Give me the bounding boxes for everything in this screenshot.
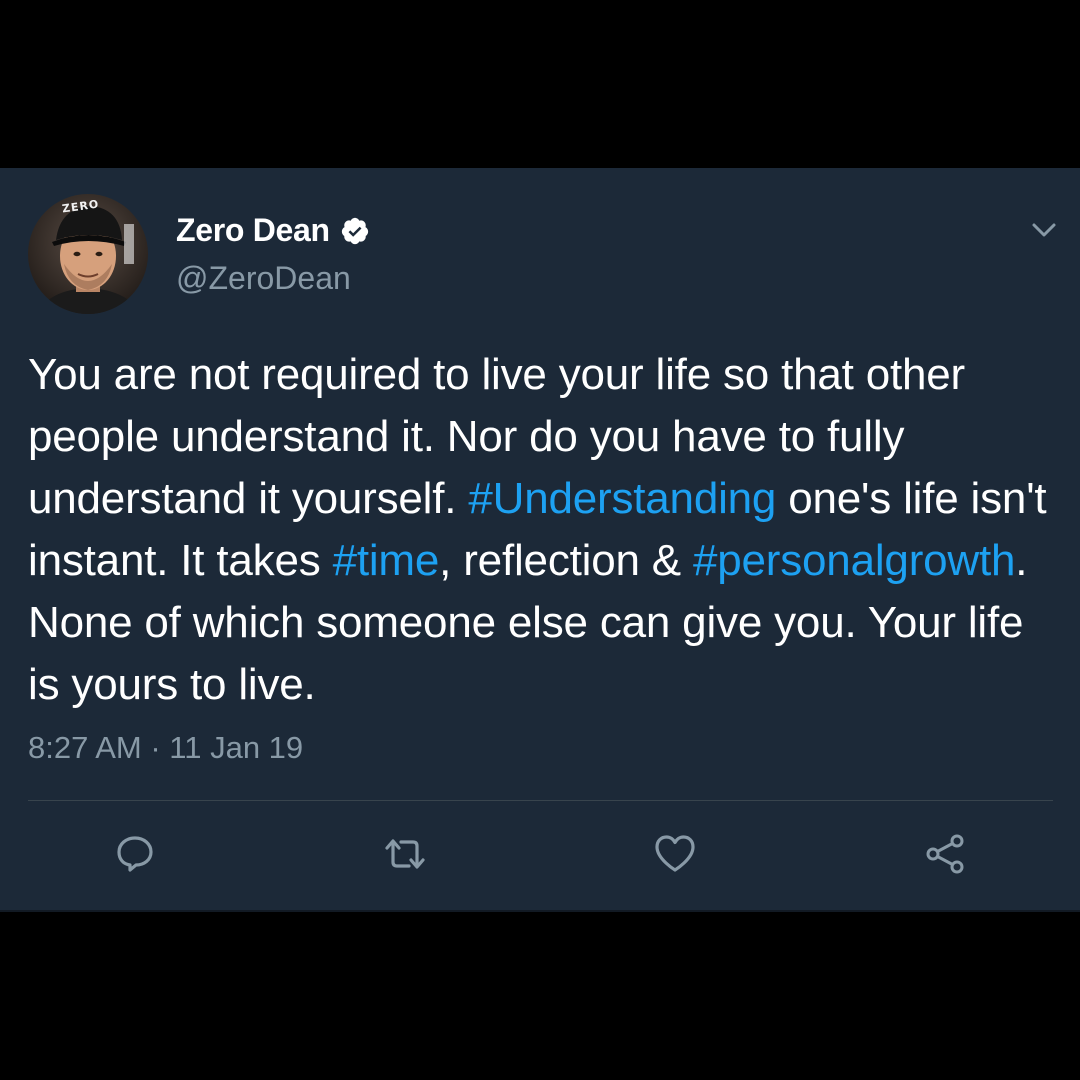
share-icon [926,834,964,874]
share-button[interactable] [921,830,969,878]
timestamp[interactable]: 8:27 AM · 11 Jan 19 [28,730,303,766]
handle[interactable]: @ZeroDean [176,260,351,297]
retweet-icon [385,839,425,869]
avatar[interactable]: ZERO [28,194,148,314]
hashtag-link[interactable]: #Understanding [468,474,776,523]
like-button[interactable] [651,830,699,878]
reply-button[interactable] [111,830,159,878]
chevron-down-icon[interactable] [1026,212,1062,248]
verified-badge-icon [341,217,368,244]
author-row: Zero Dean [176,212,370,249]
tweet-text-segment: , reflection & [439,536,693,585]
divider [28,800,1053,801]
hashtag-link[interactable]: #time [333,536,440,585]
hashtag-link[interactable]: #personalgrowth [693,536,1016,585]
heart-icon [655,835,695,872]
tweet-text: You are not required to live your life s… [28,344,1058,716]
tweet-card: ZERO Zero Dean @ZeroDean You are not req… [0,168,1080,912]
reply-icon [117,836,153,872]
display-name[interactable]: Zero Dean [176,212,330,249]
retweet-button[interactable] [381,830,429,878]
